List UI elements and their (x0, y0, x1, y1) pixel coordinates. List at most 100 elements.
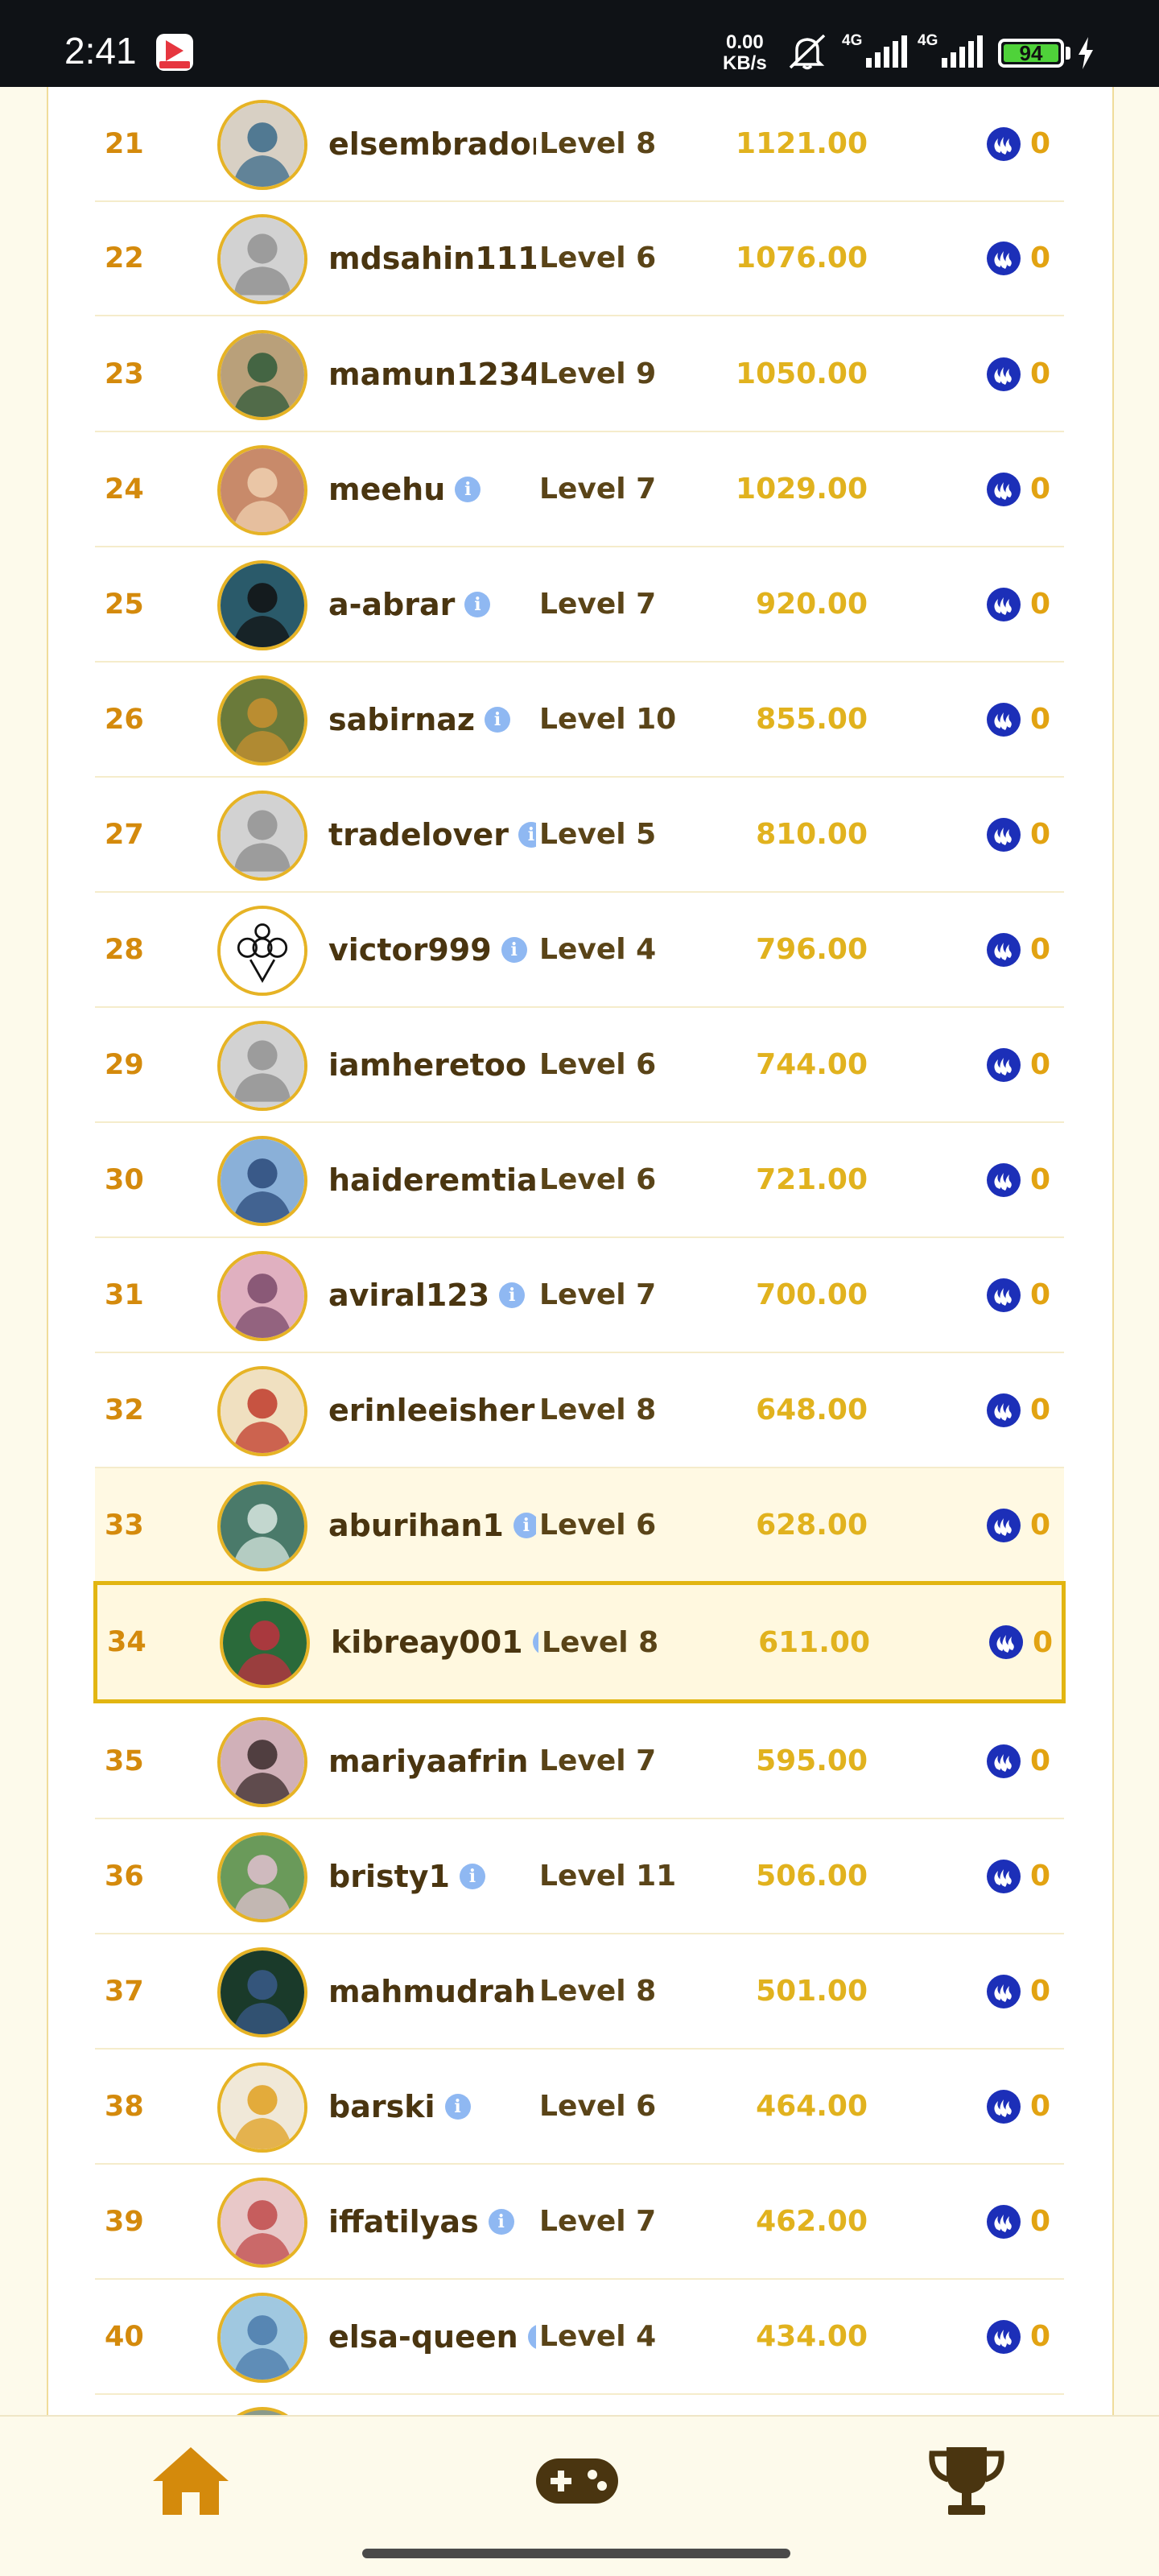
avatar[interactable] (217, 906, 307, 996)
avatar[interactable] (217, 1136, 307, 1226)
avatar[interactable] (217, 1366, 307, 1456)
avatar[interactable] (217, 560, 307, 650)
info-icon[interactable]: i (518, 821, 536, 848)
steem-icon (987, 126, 1021, 161)
leaderboard-row[interactable]: 36 bristy1 i Level 11 506.00 0 (95, 1819, 1064, 1934)
leaderboard-row[interactable]: 25 a-abrar i Level 7 920.00 0 (95, 547, 1064, 663)
gamepad-icon[interactable] (533, 2441, 621, 2521)
username[interactable]: sabirnaz i (328, 663, 536, 776)
username[interactable]: tradelover i (328, 778, 536, 891)
info-icon[interactable]: i (485, 706, 511, 733)
username[interactable]: aviral123 i (328, 1238, 536, 1352)
leaderboard-row[interactable]: 22 mdsahin111iLevel 6 1076.00 0 (95, 201, 1064, 316)
reward-amount: 0 (1033, 1625, 1054, 1659)
username[interactable]: iffatilyas i (328, 2165, 536, 2278)
avatar[interactable] (217, 2062, 307, 2153)
username-text: iffatilyas (328, 2203, 479, 2240)
leaderboard-row[interactable]: 32 erinleeisheriLevel 8 648.00 0 (95, 1353, 1064, 1468)
score: 1121.00 (736, 127, 868, 160)
leaderboard-row[interactable]: 33 aburihan1 i Level 6 628.00 0 (95, 1468, 1064, 1583)
username[interactable]: elsa-queen i (328, 2280, 536, 2393)
leaderboard-row[interactable]: 30 haideremtiaziLevel 6 721.00 0 (95, 1123, 1064, 1238)
leaderboard-row[interactable]: 31 aviral123 i Level 7 700.00 0 (95, 1238, 1064, 1353)
avatar[interactable] (217, 1251, 307, 1341)
username[interactable]: mdsahin111i (328, 201, 536, 315)
info-icon[interactable]: i (501, 936, 527, 963)
rank-number: 28 (105, 933, 144, 966)
trophy-icon[interactable] (922, 2441, 1011, 2521)
username[interactable]: elsembradori (328, 87, 536, 200)
avatar[interactable] (217, 330, 307, 420)
info-icon[interactable]: i (532, 1629, 538, 1655)
username[interactable]: victor999 i (328, 893, 536, 1006)
username[interactable]: barski i (328, 2050, 536, 2163)
avatar[interactable] (217, 791, 307, 881)
reward-amount: 0 (1030, 818, 1051, 851)
avatar[interactable] (217, 100, 307, 190)
info-icon[interactable]: i (513, 1512, 536, 1538)
user-level: Level 8 (539, 127, 657, 160)
username[interactable]: meehu i (328, 432, 536, 546)
avatar[interactable] (217, 1481, 307, 1571)
score: 920.00 (756, 588, 868, 621)
reward-amount: 0 (1030, 2090, 1051, 2123)
avatar[interactable] (217, 1717, 307, 1807)
leaderboard-row[interactable]: 37 mahmudraheiLevel 8 501.00 0 (95, 1934, 1064, 2050)
username[interactable]: kibreay001 i (331, 1585, 538, 1699)
leaderboard-row[interactable]: 21 elsembradoriLevel 8 1121.00 0 (95, 87, 1064, 202)
signal-icon-sim2: 4G (918, 32, 983, 68)
info-icon[interactable]: i (464, 591, 491, 617)
username-text: aburihan1 (328, 1507, 504, 1543)
avatar[interactable] (217, 1947, 307, 2037)
username[interactable]: mamun12345i (328, 317, 536, 431)
leaderboard-row[interactable]: 27 tradelover i Level 5 810.00 0 (95, 778, 1064, 893)
home-indicator[interactable] (362, 2549, 790, 2558)
leaderboard-row[interactable]: 39 iffatilyas i Level 7 462.00 0 (95, 2165, 1064, 2280)
info-icon[interactable]: i (499, 1282, 526, 1308)
network-speed: 0.00 KB/s (723, 32, 767, 74)
rank-number: 32 (105, 1393, 144, 1426)
username[interactable]: aburihan1 i (328, 1468, 536, 1582)
user-level: Level 8 (539, 1393, 657, 1426)
avatar[interactable] (220, 1598, 310, 1688)
info-icon[interactable]: i (455, 476, 481, 502)
avatar[interactable] (217, 445, 307, 535)
user-level: Level 7 (539, 1278, 657, 1311)
info-icon[interactable]: i (488, 2208, 514, 2235)
leaderboard-row[interactable]: 35 mariyaafriniLevel 7 595.00 0 (95, 1704, 1064, 1819)
home-icon[interactable] (146, 2441, 235, 2521)
info-icon[interactable]: i (527, 2323, 536, 2350)
mute-icon (789, 34, 826, 70)
username[interactable]: a-abrar i (328, 547, 536, 661)
user-level: Level 6 (539, 242, 657, 275)
username[interactable]: bristy1 i (328, 1819, 536, 1933)
avatar[interactable] (217, 1832, 307, 1922)
leaderboard-row[interactable]: 38 barski i Level 6 464.00 0 (95, 2050, 1064, 2165)
leaderboard-row[interactable]: 40 elsa-queen iLevel 4 434.00 0 (95, 2280, 1064, 2395)
info-icon[interactable]: i (444, 2093, 471, 2120)
username[interactable]: erinleeisheri (328, 1353, 536, 1467)
reward-amount: 0 (1030, 588, 1051, 621)
avatar[interactable] (217, 214, 307, 304)
username[interactable]: mahmudrahei (328, 1934, 536, 2048)
username[interactable]: haideremtiazi (328, 1123, 536, 1236)
leaderboard-row[interactable]: 29 iamheretooiLevel 6 744.00 0 (95, 1008, 1064, 1123)
reward-amount: 0 (1030, 242, 1051, 275)
score: 595.00 (756, 1744, 868, 1777)
username[interactable]: mariyaafrini (328, 1704, 536, 1818)
avatar[interactable] (217, 2293, 307, 2383)
leaderboard-row[interactable]: 24 meehu i Level 7 1029.00 0 (95, 432, 1064, 547)
status-time: 2:41 (64, 30, 137, 72)
leaderboard-row[interactable]: 23 mamun12345iLevel 9 1050.00 0 (95, 317, 1064, 432)
reward-amount: 0 (1030, 2320, 1051, 2353)
username[interactable]: iamheretooi (328, 1008, 536, 1121)
leaderboard-row[interactable]: 28 victor999 i Level 4 796.00 0 (95, 893, 1064, 1008)
info-icon[interactable]: i (459, 1863, 485, 1889)
avatar[interactable] (217, 1021, 307, 1111)
avatar[interactable] (217, 675, 307, 766)
leaderboard-row[interactable]: 26 sabirnaz i Level 10 855.00 0 (95, 663, 1064, 778)
avatar[interactable] (217, 2178, 307, 2268)
leaderboard-row-current-user[interactable]: 34 kibreay001 iLevel 8 611.00 0 (93, 1581, 1066, 1703)
steem-icon (987, 1047, 1021, 1082)
user-level: Level 7 (539, 2205, 657, 2238)
